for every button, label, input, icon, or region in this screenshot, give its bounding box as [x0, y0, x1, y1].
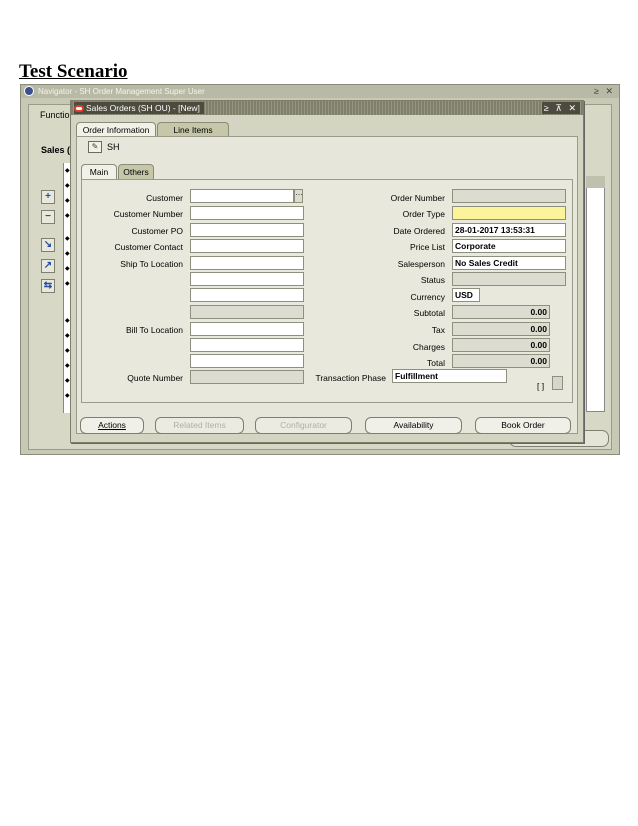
sales-orders-titlebar: Sales Orders (SH OU) - [New] ≥ ⊼ ✕ [71, 101, 583, 115]
sales-orders-title: Sales Orders (SH OU) - [New] [86, 103, 200, 113]
configurator-button-label: Configurator [280, 420, 327, 430]
tab-line-items[interactable]: Line Items [157, 122, 229, 137]
price-list-label: Price List [410, 242, 445, 252]
customer-field[interactable] [190, 189, 294, 203]
list-bullet: ◆ [65, 318, 70, 324]
currency-field[interactable]: USD [452, 288, 480, 302]
document-title: Test Scenario [19, 61, 128, 82]
tax-label: Tax [431, 325, 445, 335]
book-order-button[interactable]: Book Order [475, 417, 571, 434]
expand-all-icon[interactable]: ↗ [41, 259, 55, 273]
navigator-window-controls[interactable]: ≥ ✕ [594, 85, 615, 98]
currency-label: Currency [410, 292, 445, 302]
navigator-right-panel-header [586, 176, 605, 188]
tab-others[interactable]: Others [118, 164, 154, 179]
quote-number-label: Quote Number [127, 373, 183, 383]
oracle-window-icon [74, 105, 84, 112]
list-bullet: ◆ [65, 266, 70, 272]
ship-to-address-line-4 [190, 305, 304, 319]
actions-button-label: Actions [98, 420, 126, 430]
customer-contact-label: Customer Contact [114, 242, 184, 252]
subtotal-field: 0.00 [452, 305, 550, 319]
list-bullet: ◆ [65, 393, 70, 399]
list-bullet: ◆ [65, 183, 70, 189]
order-number-field [452, 189, 566, 203]
ship-to-address-line-2[interactable] [190, 272, 304, 286]
customer-number-label: Customer Number [113, 209, 183, 219]
customer-po-field[interactable] [190, 223, 304, 237]
price-list-field[interactable]: Corporate [452, 239, 566, 253]
date-ordered-field[interactable]: 28-01-2017 13:53:31 [452, 223, 566, 237]
related-items-button[interactable]: Related Items [155, 417, 244, 434]
book-order-button-label: Book Order [501, 420, 545, 430]
tax-field: 0.00 [452, 322, 550, 336]
list-bullet: ◆ [65, 378, 70, 384]
sales-orders-title-wrap: Sales Orders (SH OU) - [New] [74, 102, 204, 114]
main-tab-panel: Customer Customer Number Customer PO Cus… [81, 179, 573, 403]
list-bullet: ◆ [65, 348, 70, 354]
list-bullet: ◆ [65, 281, 70, 287]
expand-icon[interactable]: ↘ [41, 238, 55, 252]
ship-to-location-field[interactable] [190, 256, 304, 270]
charges-label: Charges [412, 342, 445, 352]
tab-main[interactable]: Main [81, 164, 117, 179]
sales-orders-window: Sales Orders (SH OU) - [New] ≥ ⊼ ✕ Order… [70, 100, 584, 443]
subtotal-label: Subtotal [413, 308, 445, 318]
configurator-button[interactable]: Configurator [255, 417, 352, 434]
collapse-all-icon[interactable]: ⇆ [41, 279, 55, 293]
order-information-panel: ✎ SH Main Others Customer Customer Numbe… [76, 136, 578, 434]
availability-button-label: Availability [393, 420, 434, 430]
customer-number-field[interactable] [190, 206, 304, 220]
date-ordered-label: Date Ordered [393, 226, 446, 236]
folder-edit-icon[interactable]: ✎ [88, 141, 102, 153]
list-bullet: ◆ [65, 198, 70, 204]
tab-order-information[interactable]: Order Information [76, 122, 156, 137]
order-type-label: Order Type [402, 209, 445, 219]
tab-functions[interactable]: Functio [40, 110, 70, 120]
navigator-right-panel [586, 176, 605, 412]
list-bullet: ◆ [65, 236, 70, 242]
list-bullet: ◆ [65, 213, 70, 219]
bill-to-address-line-3[interactable] [190, 354, 304, 368]
order-number-label: Order Number [390, 193, 445, 203]
status-label: Status [420, 275, 445, 285]
operating-unit-label: SH [107, 142, 120, 152]
add-to-top-ten-icon[interactable]: + [41, 190, 55, 204]
customer-lov-button[interactable]: ⋯ [294, 189, 303, 203]
bill-to-location-field[interactable] [190, 322, 304, 336]
sales-orders-window-controls[interactable]: ≥ ⊼ ✕ [541, 102, 580, 114]
total-label: Total [427, 358, 445, 368]
order-type-field[interactable] [452, 206, 566, 220]
navigator-sales-label: Sales ( [41, 145, 71, 155]
salesperson-label: Salesperson [397, 259, 445, 269]
list-bullet: ◆ [65, 251, 70, 257]
list-bullet: ◆ [65, 363, 70, 369]
salesperson-field[interactable]: No Sales Credit [452, 256, 566, 270]
related-items-button-label: Related Items [173, 420, 226, 430]
customer-label: Customer [146, 193, 183, 203]
transaction-phase-field[interactable]: Fulfillment [392, 369, 507, 383]
ship-to-address-line-3[interactable] [190, 288, 304, 302]
charges-field: 0.00 [452, 338, 550, 352]
navigator-title: Navigator - SH Order Management Super Us… [38, 87, 205, 96]
total-field: 0.00 [452, 354, 550, 368]
bill-to-location-label: Bill To Location [125, 325, 183, 335]
transaction-phase-label: Transaction Phase [315, 373, 386, 383]
actions-button[interactable]: Actions [80, 417, 144, 434]
navigator-titlebar: Navigator - SH Order Management Super Us… [21, 85, 619, 98]
availability-button[interactable]: Availability [365, 417, 462, 434]
status-field [452, 272, 566, 286]
descriptive-flexfield[interactable]: [ ] [537, 381, 544, 391]
list-bullet: ◆ [65, 333, 70, 339]
customer-contact-field[interactable] [190, 239, 304, 253]
flexfield-box[interactable] [552, 376, 563, 390]
remove-from-top-ten-icon[interactable]: − [41, 210, 55, 224]
list-bullet: ◆ [65, 168, 70, 174]
ship-to-location-label: Ship To Location [120, 259, 183, 269]
oracle-navigator-icon [24, 86, 34, 96]
bill-to-address-line-2[interactable] [190, 338, 304, 352]
customer-po-label: Customer PO [131, 226, 184, 236]
